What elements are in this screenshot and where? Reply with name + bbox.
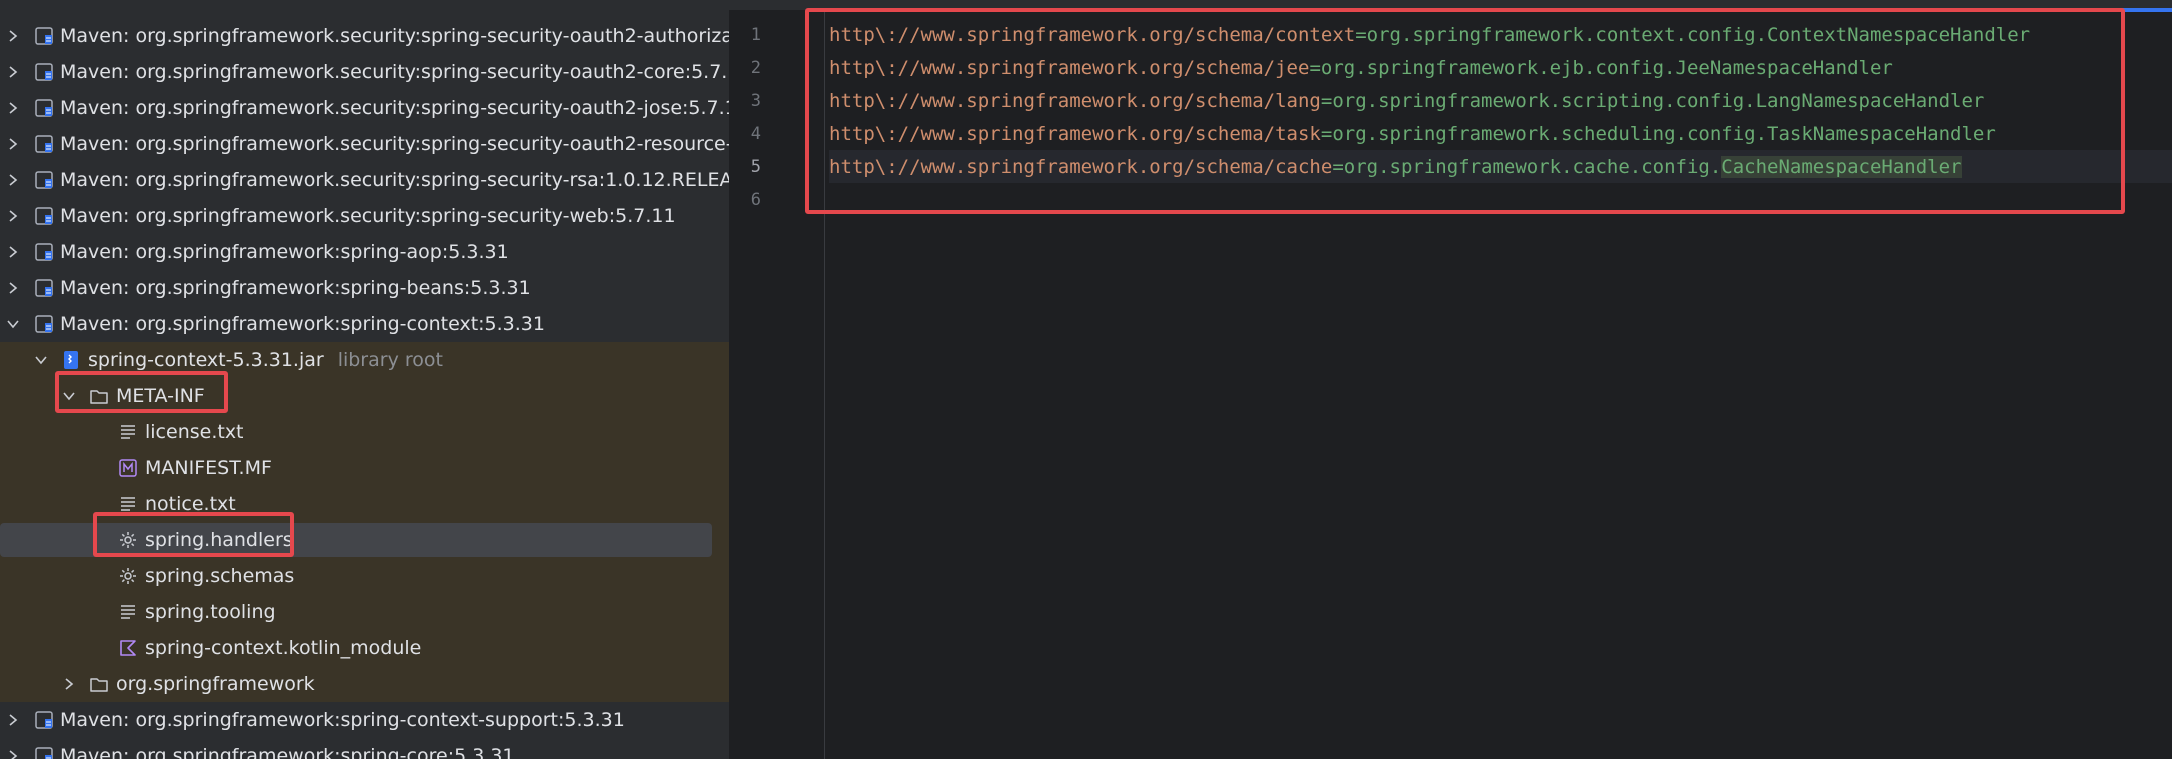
- library-jar-icon: [34, 134, 54, 154]
- line-number: 1: [750, 25, 761, 45]
- chevron-right-icon[interactable]: [6, 137, 20, 151]
- tree-node-label: spring.schemas: [145, 565, 295, 587]
- chevron-right-icon[interactable]: [6, 65, 20, 79]
- library-jar-icon: [34, 170, 54, 190]
- annotation-box-spring-handlers: [93, 512, 294, 557]
- line-number: 3: [750, 91, 761, 111]
- chevron-down-icon[interactable]: [34, 353, 48, 367]
- library-jar-icon: [34, 314, 54, 334]
- tree-node-maven-security-rsa[interactable]: Maven: org.springframework.security:spri…: [0, 162, 729, 198]
- library-root-hint: library root: [337, 349, 443, 371]
- tree-node-label: spring.tooling: [145, 601, 276, 623]
- library-jar-icon: [34, 62, 54, 82]
- gear-icon: [118, 566, 138, 586]
- library-jar-icon: [34, 98, 54, 118]
- tree-node-license-txt[interactable]: license.txt: [0, 414, 729, 450]
- line-number-current: 5: [750, 157, 761, 177]
- chevron-right-icon[interactable]: [6, 713, 20, 727]
- chevron-right-icon[interactable]: [6, 281, 20, 295]
- tree-node-label: Maven: org.springframework.security:spri…: [60, 25, 729, 47]
- tree-node-org-springframework[interactable]: org.springframework: [0, 666, 729, 702]
- chevron-down-icon[interactable]: [6, 317, 20, 331]
- tree-node-maven-spring-aop[interactable]: Maven: org.springframework:spring-aop:5.…: [0, 234, 729, 270]
- tree-node-label: Maven: org.springframework.security:spri…: [60, 205, 676, 227]
- text-file-icon: [118, 422, 138, 442]
- tree-node-label: org.springframework: [116, 673, 315, 695]
- tree-node-label: Maven: org.springframework:spring-aop:5.…: [60, 241, 509, 263]
- chevron-right-icon[interactable]: [6, 209, 20, 223]
- tree-node-label: Maven: org.springframework.security:spri…: [60, 133, 729, 155]
- project-tree: Maven: org.springframework.security:spri…: [0, 0, 729, 759]
- line-number: 4: [750, 124, 761, 144]
- tree-node-spring-schemas[interactable]: spring.schemas: [0, 558, 729, 594]
- tree-node-label: Maven: org.springframework:spring-core:5…: [60, 745, 515, 759]
- annotation-box-handlers-content: [805, 8, 2125, 214]
- line-number: 2: [750, 58, 761, 78]
- chevron-right-icon[interactable]: [6, 173, 20, 187]
- tree-node-maven-spring-beans[interactable]: Maven: org.springframework:spring-beans:…: [0, 270, 729, 306]
- library-jar-icon: [34, 26, 54, 46]
- tree-node-label: Maven: org.springframework:spring-contex…: [60, 313, 545, 335]
- line-number: 6: [750, 190, 761, 210]
- manifest-file-icon: [118, 458, 138, 478]
- chevron-right-icon[interactable]: [62, 677, 76, 691]
- chevron-right-icon[interactable]: [6, 749, 20, 759]
- chevron-right-icon[interactable]: [6, 29, 20, 43]
- tree-node-manifest-mf[interactable]: MANIFEST.MF: [0, 450, 729, 486]
- text-file-icon: [118, 494, 138, 514]
- tree-node-label: spring-context-5.3.31.jar: [88, 349, 324, 371]
- jar-archive-icon: [61, 350, 81, 370]
- folder-icon: [89, 674, 109, 694]
- annotation-box-meta-inf: [55, 371, 228, 413]
- tree-node-maven-oauth2-resource-server[interactable]: Maven: org.springframework.security:spri…: [0, 126, 729, 162]
- library-jar-icon: [34, 710, 54, 730]
- tree-node-label: Maven: org.springframework.security:spri…: [60, 169, 729, 191]
- chevron-right-icon[interactable]: [6, 101, 20, 115]
- kotlin-icon: [118, 638, 138, 658]
- tree-node-maven-spring-core[interactable]: Maven: org.springframework:spring-core:5…: [0, 738, 729, 759]
- tree-node-label: Maven: org.springframework.security:spri…: [60, 97, 729, 119]
- tree-node-maven-spring-context-support[interactable]: Maven: org.springframework:spring-contex…: [0, 702, 729, 738]
- library-jar-icon: [34, 746, 54, 759]
- tree-node-label: Maven: org.springframework:spring-contex…: [60, 709, 625, 731]
- library-jar-icon: [34, 206, 54, 226]
- code-editor[interactable]: 1 2 3 4 5 6 http\://www.springframework.…: [729, 0, 2172, 759]
- chevron-right-icon[interactable]: [6, 245, 20, 259]
- tree-node-label: spring-context.kotlin_module: [145, 637, 422, 659]
- tree-node-label: MANIFEST.MF: [145, 457, 272, 479]
- tree-node-maven-oauth2-jose[interactable]: Maven: org.springframework.security:spri…: [0, 90, 729, 126]
- tree-node-maven-oauth2-authorization-server[interactable]: Maven: org.springframework.security:spri…: [0, 18, 729, 54]
- tree-node-maven-spring-context[interactable]: Maven: org.springframework:spring-contex…: [0, 306, 729, 342]
- tree-node-maven-security-web[interactable]: Maven: org.springframework.security:spri…: [0, 198, 729, 234]
- library-jar-icon: [34, 278, 54, 298]
- tree-node-kotlin-module[interactable]: spring-context.kotlin_module: [0, 630, 729, 666]
- tree-node-spring-tooling[interactable]: spring.tooling: [0, 594, 729, 630]
- tree-node-label: Maven: org.springframework:spring-beans:…: [60, 277, 531, 299]
- tree-node-label: license.txt: [145, 421, 244, 443]
- tree-node-label: Maven: org.springframework.security:spri…: [60, 61, 729, 83]
- text-file-icon: [118, 602, 138, 622]
- tree-node-maven-oauth2-core[interactable]: Maven: org.springframework.security:spri…: [0, 54, 729, 90]
- library-jar-icon: [34, 242, 54, 262]
